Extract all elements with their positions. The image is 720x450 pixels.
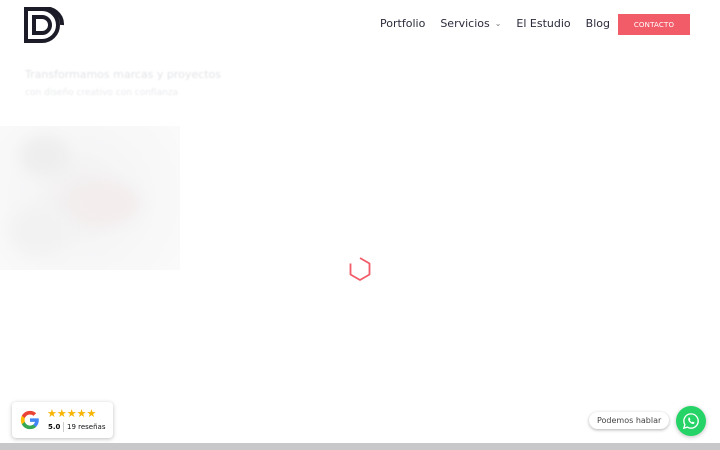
rating-divider <box>63 422 64 432</box>
whatsapp-icon <box>682 413 699 430</box>
google-icon <box>20 410 39 430</box>
loading-spinner-icon <box>349 257 371 281</box>
contact-button[interactable]: CONTACTO <box>618 14 690 35</box>
nav-item-blog[interactable]: Blog <box>586 17 610 30</box>
nav-item-portfolio[interactable]: Portfolio <box>380 17 425 30</box>
hero-title: Transformamos marcas y proyectos <box>25 68 221 81</box>
hero-subtitle: con diseño creativo con confianza <box>25 88 179 98</box>
nav-item-label: Servicios <box>440 17 490 30</box>
google-reviews-badge[interactable]: ★★★★★ 5.0 19 reseñas <box>12 402 113 438</box>
main-nav: Portfolio Servicios ⌄ El Estudio Blog <box>380 17 610 30</box>
bottom-bar <box>0 443 720 450</box>
nav-item-label: Blog <box>585 17 610 30</box>
rating-value: 5.0 <box>48 423 61 431</box>
site-header: Portfolio Servicios ⌄ El Estudio Blog CO… <box>0 0 720 52</box>
image-blur <box>10 206 70 256</box>
image-blur <box>70 181 140 226</box>
image-blur <box>20 136 70 176</box>
rating-stars: ★★★★★ <box>47 407 97 420</box>
chevron-down-icon: ⌄ <box>494 19 502 28</box>
studio-logo-icon[interactable] <box>24 7 64 43</box>
chat-label[interactable]: Podemos hablar <box>589 412 670 429</box>
review-count: 19 reseñas <box>67 423 106 431</box>
hero-image <box>0 126 180 270</box>
nav-item-label: Portfolio <box>380 17 426 30</box>
nav-item-servicios[interactable]: Servicios ⌄ <box>440 17 501 30</box>
whatsapp-button[interactable] <box>676 406 706 436</box>
nav-item-label: El Estudio <box>516 17 571 30</box>
nav-item-el-estudio[interactable]: El Estudio <box>516 17 570 30</box>
